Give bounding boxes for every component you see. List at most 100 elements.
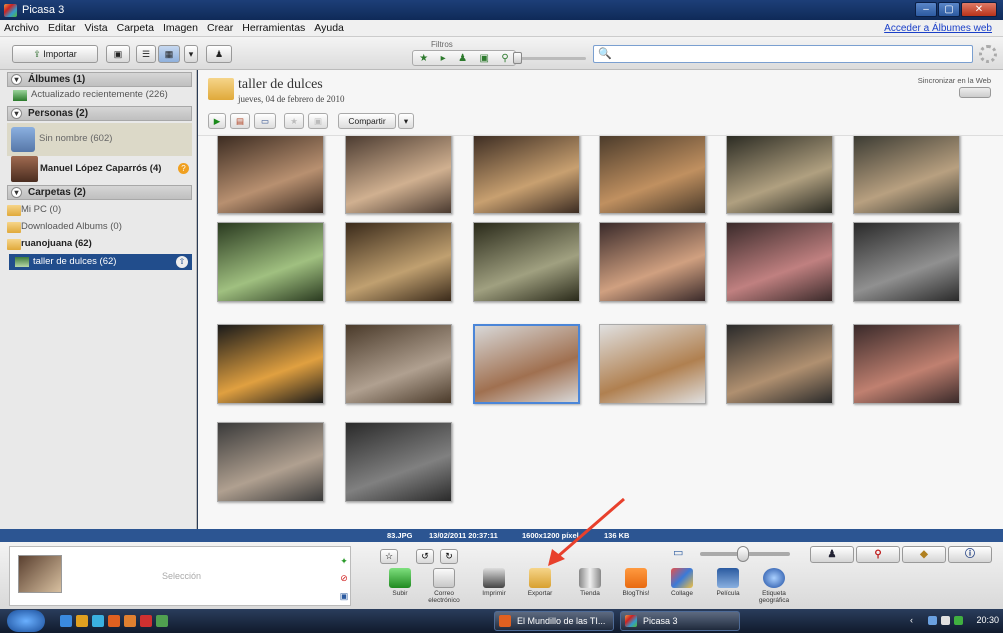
sidebar-item-recent[interactable]: Actualizado recientemente (226) xyxy=(7,88,192,102)
uploaded-filter-icon[interactable]: ▣ xyxy=(480,53,489,64)
star-filter-icon[interactable]: ★ xyxy=(419,53,428,64)
sidebar-item-downloaded[interactable]: Downloaded Albums (0) xyxy=(7,220,192,234)
star-button[interactable]: ★ xyxy=(284,113,304,129)
tray-expand-icon[interactable]: ‹ xyxy=(910,615,913,625)
photo-thumbnail[interactable] xyxy=(473,134,580,214)
sidebar-item-mypc[interactable]: Mi PC (0) xyxy=(7,203,192,217)
photo-thumbnail[interactable] xyxy=(853,134,960,214)
folders-section-header[interactable]: ▾ Carpetas (2) xyxy=(7,185,192,200)
people-section-header[interactable]: ▾ Personas (2) xyxy=(7,106,192,121)
photo-thumbnail[interactable] xyxy=(217,134,324,214)
sidebar-item-unnamed[interactable]: Sin nombre (602) xyxy=(7,123,192,156)
close-button[interactable]: ✕ xyxy=(961,2,997,17)
rotate-right-button[interactable]: ↻ xyxy=(440,549,458,564)
menu-ayuda[interactable]: Ayuda xyxy=(314,22,344,34)
view-dropdown-button[interactable]: ▾ xyxy=(184,45,198,63)
photo-thumbnail[interactable] xyxy=(599,324,706,404)
sidebar-item-ruanojuana[interactable]: ruanojuana (62) xyxy=(7,237,192,251)
ie-icon[interactable] xyxy=(60,615,72,627)
menu-crear[interactable]: Crear xyxy=(207,22,233,34)
list-view-button[interactable]: ☰ xyxy=(136,45,156,63)
caption-button[interactable]: ▭ xyxy=(254,113,276,129)
photo-thumbnail[interactable] xyxy=(473,324,580,404)
thumbnail-view-button[interactable]: ▦ xyxy=(158,45,180,63)
collage-tool[interactable]: Collage xyxy=(660,568,704,597)
taskbar-item-picasa[interactable]: Picasa 3 xyxy=(620,611,740,631)
app-icon[interactable] xyxy=(140,615,152,627)
upload-icon[interactable]: ⇧ xyxy=(176,256,188,268)
photo-thumbnail[interactable] xyxy=(726,324,833,404)
photo-thumbnail[interactable] xyxy=(345,324,452,404)
photo-thumbnail[interactable] xyxy=(599,134,706,214)
tags-panel-button[interactable]: ◆ xyxy=(902,546,946,563)
firefox-icon[interactable] xyxy=(108,615,120,627)
photo-thumbnail[interactable] xyxy=(853,222,960,302)
blogthis-tool[interactable]: BlogThis! xyxy=(614,568,658,597)
photo-thumbnail[interactable] xyxy=(217,222,324,302)
photo-thumbnail[interactable] xyxy=(473,222,580,302)
selected-photo-thumbnail[interactable] xyxy=(18,555,62,593)
menu-herramientas[interactable]: Herramientas xyxy=(242,22,305,34)
app-icon[interactable] xyxy=(156,615,168,627)
add-to-album-icon[interactable]: ▣ xyxy=(338,590,350,602)
photo-thumbnail[interactable] xyxy=(599,222,706,302)
export-tool[interactable]: Exportar xyxy=(518,568,562,597)
date-filter-slider-track[interactable] xyxy=(518,57,586,60)
email-tool[interactable]: Correo electrónico xyxy=(422,568,466,604)
photo-thumbnail[interactable] xyxy=(217,422,324,502)
photo-thumbnail[interactable] xyxy=(345,222,452,302)
places-panel-button[interactable]: ⚲ xyxy=(856,546,900,563)
volume-icon[interactable] xyxy=(941,616,950,625)
sync-toggle[interactable] xyxy=(959,87,991,98)
info-panel-button[interactable]: ⓘ xyxy=(948,546,992,563)
menu-imagen[interactable]: Imagen xyxy=(163,22,198,34)
network-icon[interactable] xyxy=(928,616,937,625)
photo-thumbnail[interactable] xyxy=(345,134,452,214)
print-tool[interactable]: Imprimir xyxy=(472,568,516,597)
share-button[interactable]: Compartir xyxy=(338,113,396,129)
photo-thumbnail[interactable] xyxy=(853,324,960,404)
app-icon[interactable] xyxy=(124,615,136,627)
face-filter-icon[interactable]: ♟ xyxy=(458,53,467,64)
photo-thumbnail[interactable] xyxy=(345,422,452,502)
start-button[interactable] xyxy=(7,610,45,632)
date-filter-slider-handle[interactable] xyxy=(513,52,522,64)
upload-tool[interactable]: Subir xyxy=(378,568,422,597)
people-view-button[interactable]: ♟ xyxy=(206,45,232,63)
tray-app-icon[interactable] xyxy=(954,616,963,625)
add-to-album-button[interactable]: ▣ xyxy=(106,45,130,63)
rotate-left-button[interactable]: ↺ xyxy=(416,549,434,564)
video-filter-icon[interactable]: ▸ xyxy=(441,53,446,64)
clear-selection-icon[interactable]: ⊘ xyxy=(338,572,350,584)
menu-editar[interactable]: Editar xyxy=(48,22,75,34)
photo-thumbnail[interactable] xyxy=(217,324,324,404)
zoom-slider-handle[interactable] xyxy=(737,546,749,562)
geotag-filter-icon[interactable]: ⚲ xyxy=(501,53,508,64)
share-dropdown-button[interactable]: ▾ xyxy=(398,113,414,129)
play-slideshow-button[interactable]: ▶ xyxy=(208,113,226,129)
photo-thumbnail[interactable] xyxy=(726,134,833,214)
albums-section-header[interactable]: ▾ Álbumes (1) xyxy=(7,72,192,87)
taskbar-item-firefox[interactable]: El Mundillo de las TI... xyxy=(494,611,614,631)
save-button[interactable]: ▣ xyxy=(308,113,328,129)
people-panel-button[interactable]: ♟ xyxy=(810,546,854,563)
sidebar-item-taller-de-dulces[interactable]: taller de dulces (62) ⇧ xyxy=(9,254,192,270)
photo-thumbnail[interactable] xyxy=(726,222,833,302)
search-box[interactable]: 🔍 xyxy=(593,45,973,63)
menu-archivo[interactable]: Archivo xyxy=(4,22,39,34)
menu-vista[interactable]: Vista xyxy=(84,22,107,34)
menu-carpeta[interactable]: Carpeta xyxy=(117,22,154,34)
import-button[interactable]: ⇪ Importar xyxy=(12,45,98,63)
hold-pin-icon[interactable]: ✦ xyxy=(338,555,350,567)
geotag-tool[interactable]: Etiqueta geográfica xyxy=(752,568,796,604)
media-icon[interactable] xyxy=(92,615,104,627)
edit-button[interactable]: ▤ xyxy=(230,113,250,129)
web-albums-link[interactable]: Acceder a Álbumes web xyxy=(884,23,992,34)
maximize-button[interactable]: ▢ xyxy=(938,2,960,17)
star-photo-button[interactable]: ☆ xyxy=(380,549,398,564)
movie-tool[interactable]: Película xyxy=(706,568,750,597)
shop-tool[interactable]: Tienda xyxy=(568,568,612,597)
explorer-icon[interactable] xyxy=(76,615,88,627)
minimize-button[interactable]: – xyxy=(915,2,937,17)
sidebar-item-manuel[interactable]: Manuel López Caparrós (4) ? xyxy=(7,155,192,183)
